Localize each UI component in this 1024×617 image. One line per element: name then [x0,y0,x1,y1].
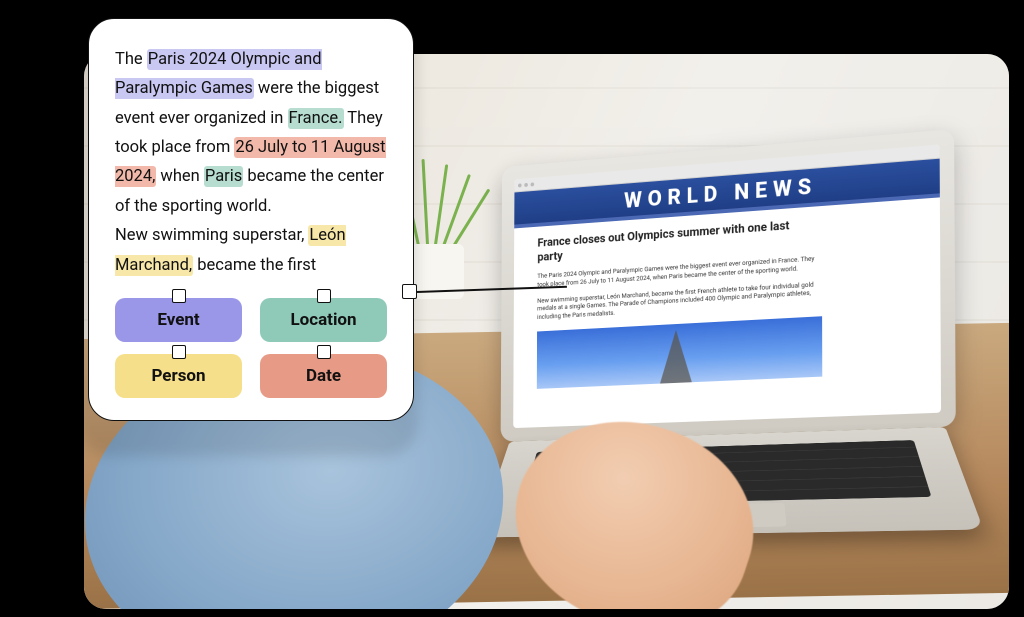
laptop-screen-bezel: WORLD NEWS France closes out Olympics su… [501,129,956,442]
tag-handle[interactable] [317,345,331,359]
tag-handle[interactable] [172,345,186,359]
tag-date[interactable]: Date [260,354,387,398]
tag-handle[interactable] [172,289,186,303]
callout-anchor-handle[interactable] [402,284,417,299]
entity-event[interactable]: Paris 2024 Olympic and Paralympic Games [115,49,322,99]
tag-label: Event [157,310,199,330]
entity-loc[interactable]: Paris [204,166,243,187]
tag-label: Location [290,310,356,330]
entity-date[interactable]: 26 July to 11 August 2024, [115,137,386,187]
news-article: France closes out Olympics summer with o… [513,197,941,428]
tag-label: Date [306,366,341,386]
laptop-screen: WORLD NEWS France closes out Olympics su… [513,144,941,428]
news-hero-image [537,316,822,389]
tag-person[interactable]: Person [115,354,242,398]
entity-tag-grid: Event Location Person Date [115,298,387,398]
tag-handle[interactable] [317,289,331,303]
tag-label: Person [151,366,205,386]
tag-event[interactable]: Event [115,298,242,342]
eiffel-tower-icon [659,329,693,388]
tag-location[interactable]: Location [260,298,387,342]
annotation-card: The Paris 2024 Olympic and Paralympic Ga… [88,18,414,421]
entity-loc[interactable]: France. [288,108,344,129]
annotated-text[interactable]: The Paris 2024 Olympic and Paralympic Ga… [115,45,387,280]
entity-person[interactable]: León Marchand, [115,225,346,275]
